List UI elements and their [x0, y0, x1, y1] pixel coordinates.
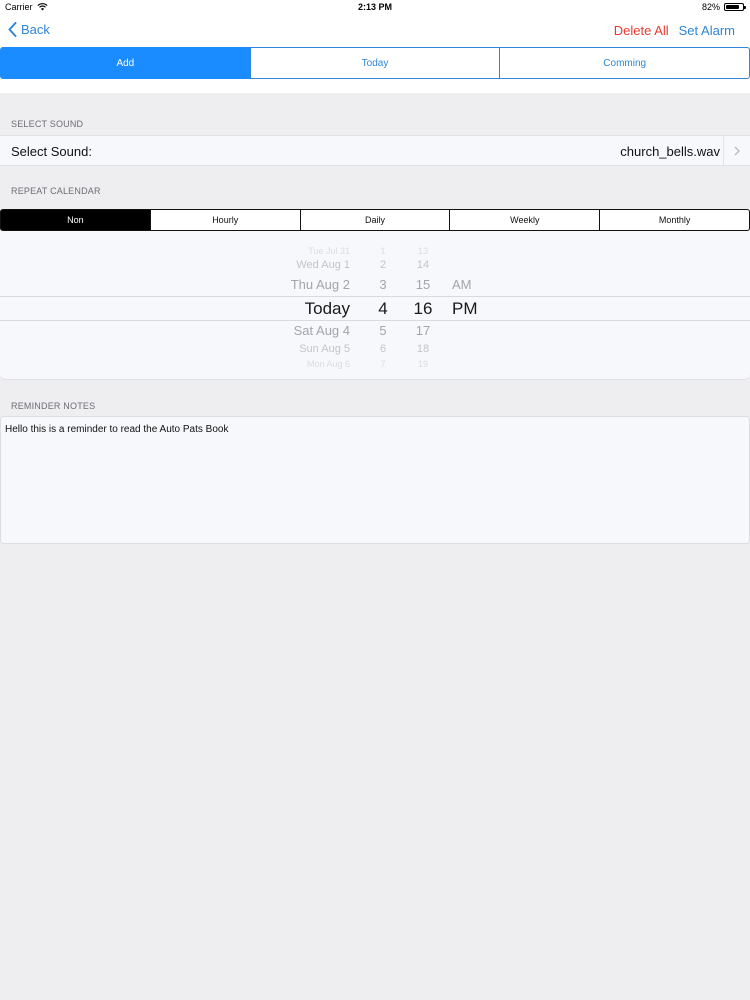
select-sound-row[interactable]: Select Sound: church_bells.wav: [0, 135, 750, 166]
hour-wheel-item: 1: [380, 246, 386, 256]
hour-wheel-selected: 4: [378, 299, 388, 318]
minute-wheel-selected: 16: [413, 299, 433, 318]
chevron-right-icon[interactable]: [723, 136, 750, 165]
date-wheel-selected: Today: [304, 299, 350, 318]
top-segmented-control: Add Today Comming: [0, 47, 750, 79]
minute-wheel-item: 17: [415, 323, 431, 338]
back-label: Back: [21, 22, 50, 37]
nav-actions: Delete All Set Alarm: [614, 23, 735, 38]
tab-add[interactable]: Add: [0, 47, 251, 79]
select-sound-value: church_bells.wav: [620, 144, 720, 159]
repeat-option-weekly[interactable]: Weekly: [449, 209, 601, 231]
repeat-calendar-header: REPEAT CALENDAR: [11, 186, 101, 196]
navigation-bar: Back Delete All Set Alarm: [0, 14, 750, 47]
ampm-wheel[interactable]: AM PM: [452, 231, 492, 379]
battery-percent: 82%: [701, 2, 720, 12]
hour-wheel-item: 3: [379, 277, 387, 292]
battery-info: 82%: [701, 2, 746, 12]
battery-icon: [724, 3, 746, 11]
hour-wheel-item: 2: [379, 259, 387, 271]
tab-today[interactable]: Today: [249, 47, 501, 79]
date-wheel-item: Tue Jul 31: [308, 246, 350, 256]
reminder-notes-text: Hello this is a reminder to read the Aut…: [5, 424, 229, 435]
hour-wheel-item: 7: [380, 359, 386, 369]
back-button[interactable]: Back: [8, 22, 50, 37]
date-wheel[interactable]: Tue Jul 31 Wed Aug 1 Thu Aug 2 Today Sat…: [230, 231, 350, 379]
repeat-segmented-control: Non Hourly Daily Weekly Monthly: [0, 209, 750, 231]
repeat-option-monthly[interactable]: Monthly: [599, 209, 750, 231]
repeat-option-non[interactable]: Non: [0, 209, 151, 231]
status-time: 2:13 PM: [357, 2, 392, 12]
select-sound-label: Select Sound:: [11, 144, 92, 159]
minute-wheel-item: 19: [417, 359, 428, 369]
header-divider: [0, 79, 750, 93]
date-wheel-item: Mon Aug 6: [306, 359, 350, 369]
delete-all-button[interactable]: Delete All: [614, 23, 669, 38]
minute-wheel-item: 14: [416, 259, 430, 271]
hour-wheel[interactable]: 1 2 3 4 5 6 7: [370, 231, 396, 379]
minute-wheel-item: 15: [415, 277, 431, 292]
reminder-notes-textarea[interactable]: Hello this is a reminder to read the Aut…: [0, 416, 750, 544]
minute-wheel-item: 13: [417, 246, 428, 256]
date-wheel-item: Thu Aug 2: [290, 277, 350, 292]
repeat-option-daily[interactable]: Daily: [299, 209, 451, 231]
status-bar: Carrier 2:13 PM 82%: [0, 0, 750, 14]
hour-wheel-item: 5: [379, 323, 387, 338]
date-wheel-item: Wed Aug 1: [296, 259, 350, 271]
repeat-option-hourly[interactable]: Hourly: [149, 209, 301, 231]
date-wheel-item: Sun Aug 5: [299, 343, 350, 355]
ampm-wheel-selected: PM: [452, 299, 478, 318]
minute-wheel[interactable]: 13 14 15 16 17 18 19: [408, 231, 438, 379]
hour-wheel-item: 6: [379, 343, 387, 355]
ampm-wheel-item: AM: [452, 277, 472, 292]
chevron-left-icon: [8, 22, 17, 37]
tab-comming[interactable]: Comming: [499, 47, 750, 79]
date-wheel-item: Sat Aug 4: [293, 323, 350, 338]
set-alarm-button[interactable]: Set Alarm: [679, 23, 735, 38]
date-time-picker: Tue Jul 31 Wed Aug 1 Thu Aug 2 Today Sat…: [0, 231, 750, 380]
minute-wheel-item: 18: [416, 343, 430, 355]
select-sound-header: SELECT SOUND: [11, 119, 84, 129]
reminder-notes-header: REMINDER NOTES: [11, 401, 96, 411]
